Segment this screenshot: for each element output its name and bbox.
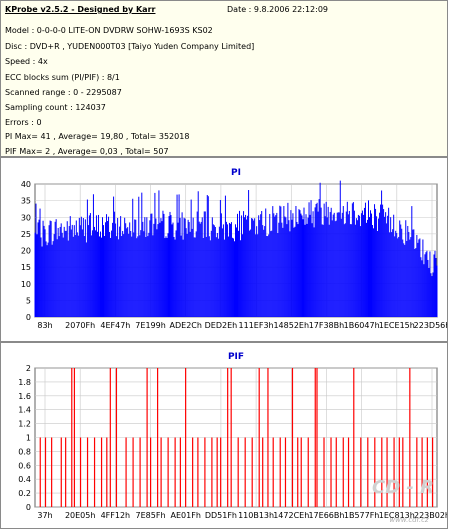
- pi-chart-panel: PI 0 5 10 15 20 25 30 35 40 83h 2070Fh 4EF47h 7E199h A…: [0, 157, 450, 342]
- info-errors: Errors : 0: [5, 118, 42, 127]
- pi-ytick-label: 15: [21, 263, 31, 272]
- pi-xtick-label: 83h: [37, 321, 52, 330]
- pi-ytick-label: 40: [21, 180, 31, 189]
- pi-xtick-label: ADE2Ch: [170, 321, 202, 330]
- pif-xtick-label: DD51Fh: [205, 511, 237, 520]
- pif-ytick-label: 0.8: [18, 447, 31, 456]
- pi-ytick-label: 0: [26, 313, 31, 322]
- pif-ytick-label: 0: [26, 503, 31, 512]
- pi-xtick-label: 1ECE15h: [379, 321, 415, 330]
- pi-ytick-label: 5: [26, 296, 31, 305]
- kprobe-report: KProbe v2.5.2 - Designed by Karr Date : …: [0, 0, 450, 529]
- pif-ytick-label: 1.6: [18, 392, 31, 401]
- pi-xtick-label: 1B6047h: [344, 321, 380, 330]
- info-panel: KProbe v2.5.2 - Designed by Karr Date : …: [0, 0, 448, 157]
- pif-chart-panel: PIF 0 0.2 0.4 0.6 0.8 1 1.2 1.4 1.6 1.8 2 37h 20E05h 4…: [0, 342, 450, 529]
- pi-xtick-label: 2070Fh: [65, 321, 95, 330]
- pif-ytick-label: 0.4: [18, 475, 31, 484]
- app-title: KProbe v2.5.2 - Designed by Karr: [5, 5, 155, 14]
- scan-date: Date : 9.8.2006 22:12:09: [227, 5, 328, 14]
- pi-xtick-label: 14852Eh: [273, 321, 309, 330]
- pi-ytick-label: 30: [21, 213, 31, 222]
- pif-xtick-label: 1472CEh: [273, 511, 309, 520]
- pif-xtick-label: 4FF12h: [101, 511, 131, 520]
- info-model: Model : 0-0-0-0 LITE-ON DVDRW SOHW-1693S…: [5, 26, 213, 35]
- pi-ytick-label: 10: [21, 280, 31, 289]
- pi-ytick-label: 25: [21, 230, 31, 239]
- pi-ytick-label: 20: [21, 247, 31, 256]
- pif-xtick-label: 1B577Fh: [344, 511, 380, 520]
- pif-xtick-label: AE01Fh: [171, 511, 201, 520]
- pif-chart: PIF 0 0.2 0.4 0.6 0.8 1 1.2 1.4 1.6 1.8 2 37h 20E05h 4…: [18, 352, 450, 524]
- pif-ytick-label: 1.2: [18, 420, 31, 429]
- pi-chart-title: PI: [231, 168, 241, 178]
- pif-xtick-label: 110B13h: [238, 511, 274, 520]
- pif-ytick-label: 0.2: [18, 489, 31, 498]
- info-pi-stats: PI Max= 41 , Average= 19,80 , Total= 352…: [5, 132, 190, 141]
- app-title-text: KProbe v2.5.2 - Designed by Karr: [5, 5, 156, 14]
- pi-xtick-label: 223D56h: [414, 321, 447, 330]
- info-scanned-range: Scanned range : 0 - 2295087: [5, 88, 122, 97]
- pif-ytick-label: 0.6: [18, 461, 31, 470]
- pi-xtick-label: 111EF3h: [239, 321, 274, 330]
- pif-xtick-label: 20E05h: [65, 511, 95, 520]
- info-sampling-count: Sampling count : 124037: [5, 103, 106, 112]
- pi-xtick-label: 7E199h: [135, 321, 165, 330]
- watermark-url: www.cdr.cz: [389, 516, 429, 524]
- watermark-logo: CD - R: [372, 477, 434, 498]
- pi-xtick-label: DED2Eh: [205, 321, 238, 330]
- pif-ytick-label: 2: [26, 364, 31, 373]
- pi-xtick-label: 4EF47h: [100, 321, 130, 330]
- pif-ytick-label: 1.4: [18, 406, 31, 415]
- pif-ytick-label: 1.8: [18, 378, 31, 387]
- pif-xtick-label: 7E85Fh: [136, 511, 166, 520]
- pi-ytick-label: 35: [21, 197, 31, 206]
- pif-chart-title: PIF: [228, 352, 244, 362]
- pif-ytick-label: 1: [26, 434, 31, 443]
- pif-xtick-label: 37h: [37, 511, 52, 520]
- info-ecc-blocks: ECC blocks sum (PI/PIF) : 8/1: [5, 73, 120, 82]
- pif-xtick-label: 17E66Bh: [308, 511, 344, 520]
- pi-xtick-label: 17F38Bh: [309, 321, 345, 330]
- info-speed: Speed : 4x: [5, 57, 48, 66]
- pi-chart: PI 0 5 10 15 20 25 30 35 40 83h 2070Fh 4EF47h 7E199h A…: [21, 168, 450, 330]
- info-disc: Disc : DVD+R , YUDEN000T03 [Taiyo Yuden …: [5, 42, 255, 51]
- info-pif-stats: PIF Max= 2 , Average= 0,03 , Total= 507: [5, 147, 169, 156]
